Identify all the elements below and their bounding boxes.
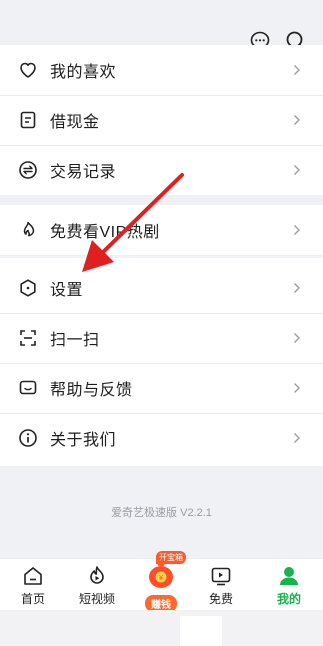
scan-icon <box>20 330 36 346</box>
home-icon <box>24 567 42 585</box>
chevron-right-icon <box>294 65 300 75</box>
menu-card-account: 我的喜欢 借现金 交易记录 <box>0 45 323 195</box>
chevron-right-icon <box>294 115 300 125</box>
chevron-right-icon <box>294 283 300 293</box>
menu-item-favorites[interactable]: 我的喜欢 <box>0 45 323 95</box>
chevron-right-icon <box>294 333 300 343</box>
chevron-right-icon <box>294 383 300 393</box>
menu-item-about-us[interactable]: 关于我们 <box>0 413 323 463</box>
menu-item-scan[interactable]: 扫一扫 <box>0 313 323 363</box>
tab-label: 首页 <box>20 592 45 606</box>
document-icon <box>20 111 36 129</box>
menu-item-free-vip[interactable]: 免费看VIP热剧 <box>0 205 323 255</box>
menu-item-help-feedback[interactable]: 帮助与反馈 <box>0 363 323 413</box>
flame-play-icon <box>90 566 104 584</box>
menu-item-transactions[interactable]: 交易记录 <box>0 145 323 195</box>
user-icon <box>280 567 298 585</box>
exchange-icon <box>19 161 37 179</box>
menu-card-promo: 免费看VIP热剧 <box>0 205 323 255</box>
menu-item-label: 帮助与反馈 <box>50 382 133 399</box>
tab-mine[interactable]: 我的 <box>264 565 314 607</box>
tab-short-video[interactable]: 短视频 <box>72 565 122 607</box>
chevron-right-icon <box>294 165 300 175</box>
info-icon <box>19 429 37 447</box>
chevron-right-icon <box>294 225 300 235</box>
tv-play-icon <box>211 567 231 586</box>
menu-item-label: 我的喜欢 <box>50 64 117 81</box>
system-nav-area <box>0 610 323 646</box>
settings-hexagon-icon <box>20 279 36 297</box>
tab-free[interactable]: 免费 <box>196 565 246 607</box>
tab-label: 短视频 <box>78 592 115 606</box>
menu-item-borrow-cash[interactable]: 借现金 <box>0 95 323 145</box>
menu-card-settings: 设置 扫一扫 帮助与反馈 关于我们 <box>0 258 323 466</box>
flame-icon <box>23 221 35 237</box>
app-version: 爱奇艺极速版 V2.2.1 <box>111 507 212 519</box>
menu-item-label: 借现金 <box>50 114 100 131</box>
menu-item-label: 关于我们 <box>50 432 117 449</box>
menu-item-label: 交易记录 <box>50 164 117 181</box>
chevron-right-icon <box>294 433 300 443</box>
tab-label: 我的 <box>276 592 301 606</box>
tab-label: 免费 <box>208 592 233 606</box>
earn-badge: 开宝箱 <box>156 551 186 564</box>
menu-item-label: 设置 <box>50 282 84 299</box>
menu-item-label: 免费看VIP热剧 <box>50 224 160 241</box>
bottom-tab-bar: 首页 短视频 ¥ 开宝箱 赚钱 免费 我的 <box>0 551 323 612</box>
svg-text:¥: ¥ <box>159 574 164 582</box>
feedback-icon <box>19 380 37 395</box>
tab-home[interactable]: 首页 <box>8 565 58 607</box>
tab-earn[interactable]: ¥ 开宝箱 赚钱 <box>136 551 186 612</box>
menu-item-label: 扫一扫 <box>50 332 100 349</box>
heart-icon <box>20 62 36 78</box>
system-nav-block <box>180 616 222 646</box>
menu-item-settings[interactable]: 设置 <box>0 263 323 313</box>
